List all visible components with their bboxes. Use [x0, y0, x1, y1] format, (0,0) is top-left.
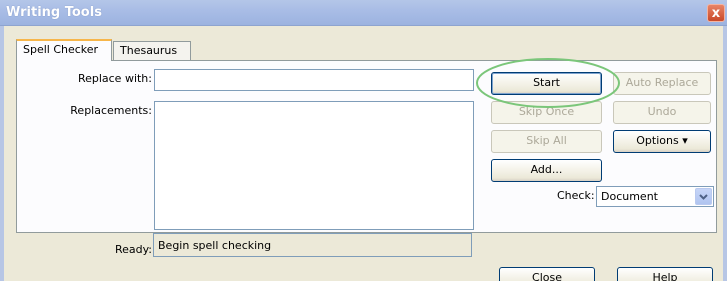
check-label: Check: — [557, 189, 595, 202]
status-field: Begin spell checking — [153, 233, 472, 257]
help-button[interactable]: Help — [617, 267, 713, 281]
chevron-down-icon[interactable] — [695, 188, 712, 205]
replacements-list[interactable] — [154, 101, 474, 230]
tab-label: Spell Checker — [23, 43, 99, 56]
tab-thesaurus[interactable]: Thesaurus — [113, 41, 191, 60]
chevron-down-glyph — [699, 194, 708, 200]
replacements-label: Replacements: — [70, 104, 152, 117]
check-select-value: Document — [601, 190, 658, 203]
add-button[interactable]: Add... — [491, 159, 602, 182]
close-button[interactable]: Close — [499, 267, 595, 281]
writing-tools-window: Spell Checker Thesaurus Replace with: Re… — [0, 26, 727, 281]
ready-label: Ready: — [114, 243, 152, 256]
window-title: Writing Tools — [6, 5, 102, 20]
tab-spell-checker[interactable]: Spell Checker — [16, 39, 112, 61]
auto-replace-button[interactable]: Auto Replace — [613, 72, 711, 95]
undo-button[interactable]: Undo — [613, 101, 711, 124]
replace-with-label: Replace with: — [77, 72, 152, 85]
tab-label: Thesaurus — [120, 44, 178, 57]
skip-all-button[interactable]: Skip All — [491, 130, 602, 153]
options-button[interactable]: Options ▾ — [613, 130, 711, 153]
highlight-annotation — [476, 58, 620, 108]
status-text: Begin spell checking — [158, 239, 272, 252]
check-select[interactable]: Document — [596, 186, 714, 207]
replace-with-field[interactable] — [154, 69, 474, 91]
title-bar: Writing Tools x — [0, 0, 727, 26]
close-icon[interactable]: x — [707, 4, 725, 22]
